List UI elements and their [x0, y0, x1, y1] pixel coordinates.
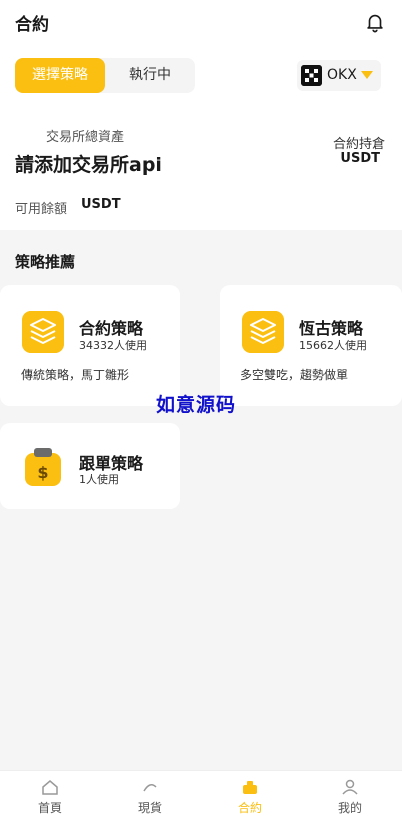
strategy-card-copy-trade[interactable]: $ 跟單策略 1人使用 [0, 423, 180, 509]
position-unit: USDT [340, 151, 380, 166]
dollar-bag-icon: $ [25, 448, 61, 486]
nav-label: 合約 [237, 801, 262, 815]
add-exchange-api-link[interactable]: 請添加交易所api [15, 150, 162, 177]
contract-icon [243, 781, 257, 794]
bottom-nav: 首頁 現貨 合約 我的 [0, 770, 402, 822]
exchange-selector[interactable]: OKX [297, 60, 381, 91]
caret-down-icon [361, 71, 373, 79]
strategy-card-contract[interactable]: 合約策略 34332人使用 傳統策略，馬丁雛形 [0, 285, 180, 406]
strategy-users: 1人使用 [79, 473, 119, 486]
page-title: 合約 [15, 15, 49, 35]
svg-text:$: $ [37, 463, 48, 482]
nav-label: 我的 [337, 801, 362, 815]
nav-label: 現貨 [137, 801, 162, 815]
available-balance-unit: USDT [81, 197, 121, 212]
strategy-desc: 多空雙吃，趨勢做單 [240, 368, 349, 382]
nav-home[interactable]: 首頁 [0, 771, 100, 822]
strategy-card-henggu[interactable]: 恆古策略 15662人使用 多空雙吃，趨勢做單 [220, 285, 402, 406]
available-balance-label: 可用餘額 [15, 202, 68, 217]
app-header: 合約 [0, 0, 402, 46]
exchange-name: OKX [327, 67, 357, 83]
nav-label: 首頁 [37, 801, 62, 815]
tab-running[interactable]: 執行中 [105, 58, 195, 93]
strategy-name: 合約策略 [79, 319, 144, 338]
home-icon [42, 780, 58, 795]
strategy-desc: 傳統策略，馬丁雛形 [21, 368, 130, 382]
bell-icon[interactable] [364, 11, 386, 33]
strategy-name: 恆古策略 [299, 319, 364, 338]
section-title: 策略推薦 [15, 253, 76, 271]
okx-logo-icon [301, 65, 322, 86]
watermark: 如意源码 [156, 394, 237, 416]
total-assets-label: 交易所總資產 [46, 130, 125, 145]
nav-profile[interactable]: 我的 [300, 771, 400, 822]
nav-contract[interactable]: 合約 [200, 771, 300, 822]
strategy-users: 15662人使用 [299, 339, 367, 352]
spot-icon [143, 784, 157, 792]
tab-select-strategy[interactable]: 選擇策略 [15, 58, 105, 93]
layers-icon [22, 311, 64, 353]
nav-spot[interactable]: 現貨 [100, 771, 200, 822]
mode-tabs: 選擇策略 執行中 [15, 58, 195, 93]
layers-icon [242, 311, 284, 353]
position-label: 合約持倉 [332, 137, 385, 152]
strategy-users: 34332人使用 [79, 339, 147, 352]
profile-icon [342, 779, 358, 795]
